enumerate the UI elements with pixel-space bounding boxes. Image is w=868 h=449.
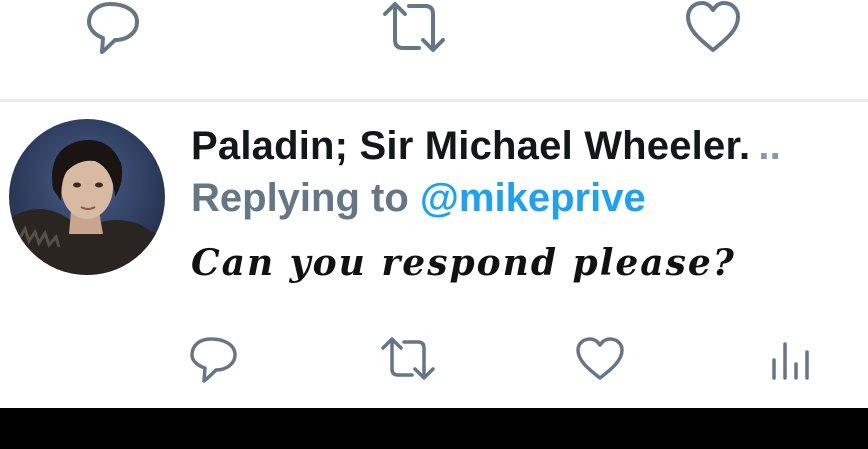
retweet-icon[interactable]	[380, 336, 436, 382]
tweet-text: Can you respond please?	[191, 242, 736, 284]
display-name[interactable]: Paladin; Sir Michael Wheeler...	[191, 124, 868, 169]
reply-tweet[interactable]: Paladin; Sir Michael Wheeler... Replying…	[0, 102, 868, 408]
retweet-icon[interactable]	[381, 0, 447, 56]
display-name-text: Paladin; Sir Michael Wheeler.	[191, 124, 751, 168]
avatar[interactable]	[9, 119, 165, 275]
heart-icon[interactable]	[575, 336, 625, 382]
reply-icon[interactable]	[189, 336, 239, 384]
analytics-icon[interactable]	[768, 338, 812, 382]
previous-tweet-actions	[0, 0, 868, 100]
bottom-black-bar	[0, 408, 868, 449]
heart-icon[interactable]	[684, 0, 742, 56]
name-overflow: ..	[758, 124, 781, 168]
replying-to: Replying to @mikeprive	[191, 176, 646, 221]
reply-handle-link[interactable]: @mikeprive	[420, 176, 646, 220]
reply-icon[interactable]	[84, 0, 144, 56]
replying-prefix: Replying to	[191, 176, 409, 220]
